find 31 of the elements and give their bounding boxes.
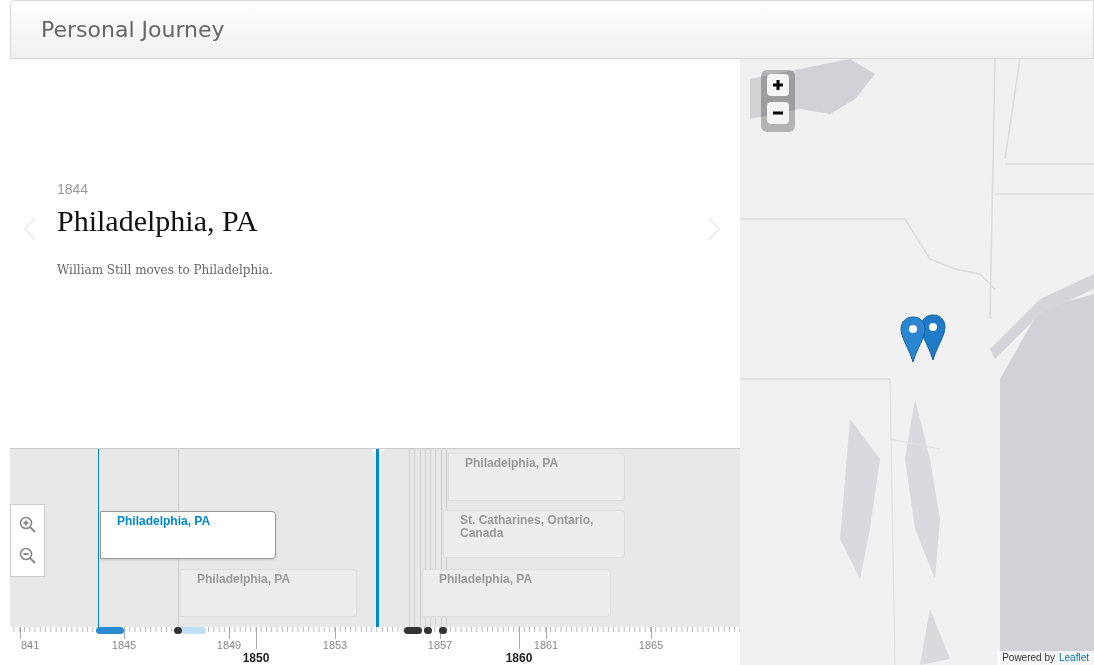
minus-icon [773,111,783,115]
event-flag[interactable]: Philadelphia, PA [448,453,625,501]
marker-icon[interactable] [900,316,926,364]
event-marker [424,627,432,634]
axis-label: 1853 [322,639,348,651]
leaflet-link[interactable]: Leaflet [1058,651,1089,665]
slide-text: William Still moves to Philadelphia. [57,262,273,279]
axis-label: 1861 [533,639,559,651]
slide-date: 1844 [57,180,90,199]
event-flag[interactable]: Philadelphia, PA [422,569,611,617]
event-flag[interactable]: Philadelphia, PA [180,569,357,617]
attribution-text: Powered by [1002,651,1055,665]
axis-label: 1857 [427,639,453,651]
zoom-out-icon[interactable] [18,547,37,566]
axis-label: 1845 [111,639,137,651]
axis-label: 1860 [505,652,533,665]
axis-label: 1849 [216,639,242,651]
event-marker [439,627,447,634]
zoom-in-icon[interactable] [18,515,37,534]
page-title: Personal Journey [41,16,225,44]
axis-label: 841 [21,639,40,651]
map-zoom-in-button[interactable] [767,74,789,96]
plus-icon [773,80,783,90]
event-flag[interactable]: Philadelphia, PA [100,511,276,559]
event-marker [96,627,124,634]
event-flag[interactable]: St. Catharines, Ontario, Canada [443,510,625,558]
slide-headline: Philadelphia, PA [57,203,259,239]
axis-label: 1850 [242,652,270,665]
map-zoom-out-button[interactable] [767,102,789,124]
axis-label: 1865 [638,639,664,651]
event-marker [404,627,422,634]
